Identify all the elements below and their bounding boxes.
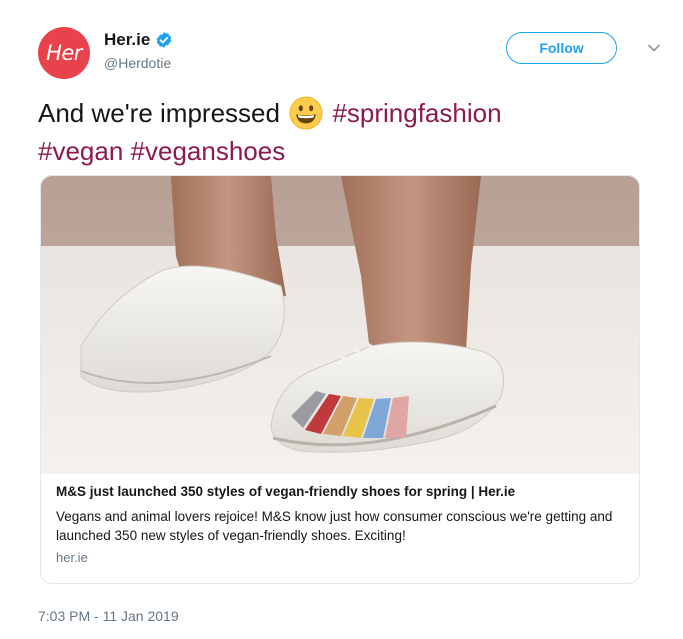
card-image[interactable] (41, 176, 640, 474)
display-name-row: Her.ie (104, 30, 173, 50)
link-card[interactable]: M&S just launched 350 styles of vegan-fr… (40, 175, 640, 584)
avatar[interactable]: Her (38, 27, 90, 79)
hashtag-springfashion[interactable]: #springfashion (332, 98, 501, 128)
hashtag-veganshoes[interactable]: #veganshoes (131, 136, 286, 166)
handle[interactable]: @Herdotie (104, 55, 173, 71)
timestamp[interactable]: 7:03 PM - 11 Jan 2019 (38, 608, 179, 624)
hashtag-vegan[interactable]: #vegan (38, 136, 123, 166)
chevron-down-icon[interactable] (647, 41, 661, 55)
verified-badge-icon (157, 32, 172, 48)
tweet-header: Her Her.ie @Herdotie Follow (38, 27, 663, 81)
grinning-face-emoji (289, 96, 323, 130)
follow-button[interactable]: Follow (506, 32, 617, 64)
card-title[interactable]: M&S just launched 350 styles of vegan-fr… (56, 484, 624, 499)
tweet-text-prefix: And we're impressed (38, 98, 280, 128)
card-description: Vegans and animal lovers rejoice! M&S kn… (56, 509, 613, 543)
display-name[interactable]: Her.ie (104, 30, 150, 50)
card-body: M&S just launched 350 styles of vegan-fr… (56, 484, 624, 565)
tweet-text: And we're impressed #springfashion #vegan… (38, 94, 658, 170)
account-names: Her.ie @Herdotie (104, 30, 173, 71)
card-domain: her.ie (56, 550, 88, 565)
